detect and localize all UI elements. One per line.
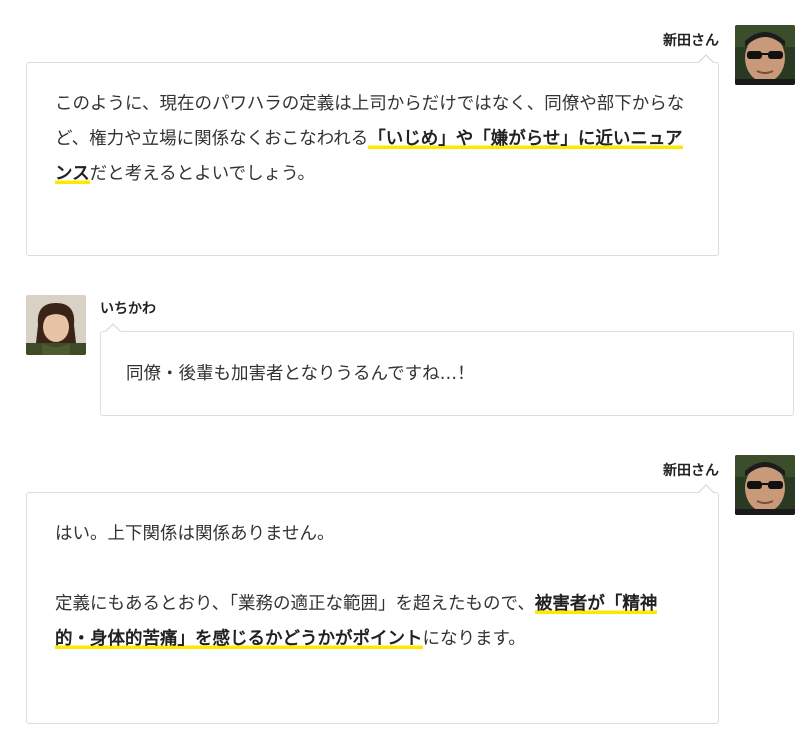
man-with-sunglasses-avatar (735, 455, 795, 515)
message-text: になります。 (422, 629, 526, 649)
speaker-name: いちかわ (100, 301, 156, 317)
speaker-name: 新田さん (663, 33, 719, 49)
message-text: はい。上下関係は関係ありません。 (55, 524, 335, 544)
message-paragraph: このように、現在のパワハラの定義は上司からだけではなく、同僚や部下からなど、権力… (55, 87, 690, 192)
message-bubble: このように、現在のパワハラの定義は上司からだけではなく、同僚や部下からなど、権力… (26, 62, 719, 256)
message-paragraph: 同僚・後輩も加害者となりうるんですね…！ (126, 357, 768, 392)
message-text: 同僚・後輩も加害者となりうるんですね…！ (126, 364, 475, 384)
message-bubble: 同僚・後輩も加害者となりうるんですね…！ (100, 323, 794, 416)
message-paragraph: 定義にもあるとおり、「業務の適正な範囲」を超えたもので、被害者が「精神的・身体的… (55, 587, 690, 657)
man-with-sunglasses-avatar (735, 25, 795, 85)
speaker-name: 新田さん (663, 463, 719, 479)
message-bubble: はい。上下関係は関係ありません。 定義にもあるとおり、「業務の適正な範囲」を超え… (26, 492, 719, 724)
woman-avatar (26, 295, 86, 355)
message-text: 定義にもあるとおり、「業務の適正な範囲」を超えたもので、 (55, 594, 535, 614)
message-text: だと考えるとよいでしょう。 (89, 164, 316, 184)
message-paragraph: はい。上下関係は関係ありません。 (55, 517, 690, 552)
